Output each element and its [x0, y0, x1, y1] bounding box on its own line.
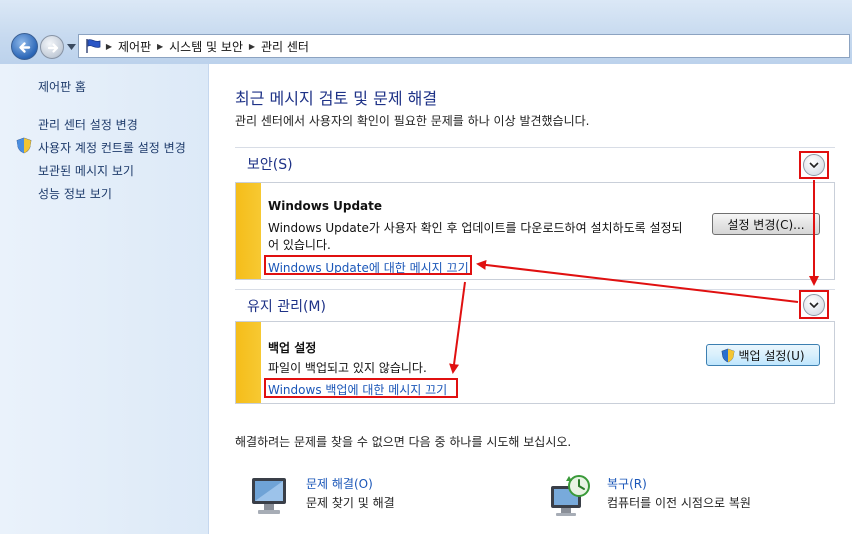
recent-pages-dropdown-icon[interactable]	[67, 44, 76, 50]
troubleshoot-hint-text: 해결하려는 문제를 찾을 수 없으면 다음 중 하나를 시도해 보십시오.	[235, 435, 572, 449]
address-bar[interactable]: ▶ 제어판 ▶ 시스템 및 보안 ▶ 관리 센터	[78, 34, 850, 58]
sidebar-control-panel-home[interactable]: 제어판 홈	[38, 78, 86, 95]
card-description-line1: Windows Update가 사용자 확인 후 업데이트를 다운로드하여 설치…	[268, 221, 683, 235]
sidebar-item-view-performance-info[interactable]: 성능 정보 보기	[38, 185, 112, 202]
warning-stripe	[236, 183, 261, 279]
uac-shield-icon	[722, 348, 735, 362]
annotation-box-security-chevron	[799, 151, 829, 179]
back-button[interactable]	[11, 33, 38, 60]
sidebar-item-change-uac-settings[interactable]: 사용자 계정 컨트롤 설정 변경	[38, 139, 186, 156]
breadcrumb-separator-icon[interactable]: ▶	[153, 42, 167, 51]
arrow-left-icon	[19, 42, 31, 53]
backup-settings-label: 백업 설정(U)	[738, 348, 805, 363]
annotation-box-update-link	[264, 255, 472, 275]
breadcrumb-separator-icon[interactable]: ▶	[102, 42, 116, 51]
change-settings-button[interactable]: 설정 변경(C)...	[712, 213, 820, 235]
annotation-box-maintenance-chevron	[799, 290, 829, 319]
troubleshooting-description: 문제 찾기 및 해결	[306, 496, 395, 510]
card-description: 파일이 백업되고 있지 않습니다.	[268, 361, 427, 375]
page-subtitle: 관리 센터에서 사용자의 확인이 필요한 문제를 하나 이상 발견했습니다.	[235, 114, 590, 128]
annotation-box-backup-link	[264, 378, 458, 398]
address-toolbar: ▶ 제어판 ▶ 시스템 및 보안 ▶ 관리 센터	[0, 0, 852, 64]
uac-shield-icon	[16, 137, 32, 154]
recovery-computer-icon	[551, 475, 590, 516]
card-title: 백업 설정	[268, 341, 317, 355]
recovery-link[interactable]: 복구(R)	[607, 475, 647, 492]
security-section-header[interactable]: 보안(S)	[235, 147, 835, 175]
backup-settings-button[interactable]: 백업 설정(U)	[706, 344, 820, 366]
breadcrumb-control-panel[interactable]: 제어판	[116, 38, 153, 55]
recovery-tool: 복구(R) 컴퓨터를 이전 시점으로 복원	[547, 472, 807, 522]
sidebar-item-change-action-center-settings[interactable]: 관리 센터 설정 변경	[38, 116, 138, 133]
breadcrumb-separator-icon[interactable]: ▶	[245, 42, 259, 51]
warning-stripe	[236, 322, 261, 403]
page-title: 최근 메시지 검토 및 문제 해결	[235, 89, 438, 108]
breadcrumb-system-security[interactable]: 시스템 및 보안	[167, 38, 245, 55]
recovery-description: 컴퓨터를 이전 시점으로 복원	[607, 496, 751, 510]
action-center-flag-icon	[86, 39, 101, 53]
forward-button[interactable]	[40, 35, 64, 59]
troubleshooting-monitor-icon	[252, 478, 286, 514]
troubleshooting-tool: 문제 해결(O) 문제 찾기 및 해결	[246, 472, 486, 522]
arrow-right-icon	[47, 43, 59, 53]
change-settings-label: 설정 변경(C)...	[727, 217, 805, 232]
maintenance-section-label: 유지 관리(M)	[247, 299, 326, 315]
breadcrumb-action-center[interactable]: 관리 센터	[259, 38, 311, 55]
sidebar: 제어판 홈 관리 센터 설정 변경 사용자 계정 컨트롤 설정 변경 보관된 메…	[0, 64, 209, 534]
security-section-label: 보안(S)	[247, 157, 293, 173]
card-description-line2: 어 있습니다.	[268, 238, 331, 252]
card-title: Windows Update	[268, 199, 383, 213]
sidebar-item-view-archived-messages[interactable]: 보관된 메시지 보기	[38, 162, 134, 179]
maintenance-section-header[interactable]: 유지 관리(M)	[235, 289, 835, 317]
troubleshooting-link[interactable]: 문제 해결(O)	[306, 475, 373, 492]
